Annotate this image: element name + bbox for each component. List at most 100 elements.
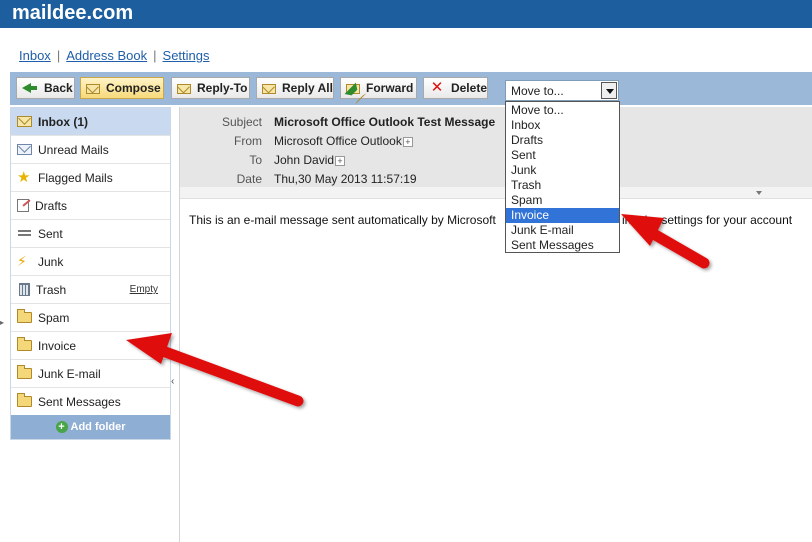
delete-button[interactable]: ✕ Delete: [423, 77, 488, 99]
star-icon: [17, 168, 32, 186]
draft-icon: [17, 199, 29, 212]
forward-button[interactable]: Forward: [340, 77, 417, 99]
to-label: To: [249, 153, 262, 167]
folder-icon: [17, 337, 32, 351]
move-option[interactable]: Junk E-mail: [506, 223, 619, 238]
nav-settings-link[interactable]: Settings: [163, 48, 210, 63]
folder-label: Inbox (1): [38, 114, 88, 129]
message-body-end: ing the settings for your account: [622, 213, 793, 227]
forward-icon: [346, 84, 360, 94]
move-option[interactable]: Sent Messages: [506, 238, 619, 253]
date-label: Date: [236, 172, 262, 186]
compose-button[interactable]: Compose: [80, 77, 164, 99]
lightning-icon: [17, 253, 32, 270]
nav-address-book-link[interactable]: Address Book: [66, 48, 147, 63]
folder-junk[interactable]: Junk: [11, 248, 170, 276]
brand-bar: maildee.com: [0, 0, 812, 28]
to-value: John David: [274, 153, 335, 167]
folder-trash[interactable]: Trash Empty: [11, 276, 170, 304]
move-option[interactable]: Sent: [506, 148, 619, 163]
folder-label: Junk E-mail: [38, 366, 101, 381]
delete-label: Delete: [450, 81, 487, 95]
nav-separator: |: [153, 48, 157, 63]
top-nav: Inbox | Address Book | Settings: [19, 48, 210, 63]
folder-sidebar: Inbox (1) Unread Mails Flagged Mails Dra…: [10, 107, 171, 440]
reply-all-icon: [262, 84, 276, 94]
sent-icon: [17, 227, 32, 240]
folder-sent[interactable]: Sent: [11, 220, 170, 248]
compose-label: Compose: [106, 81, 161, 95]
nav-separator: |: [56, 48, 61, 63]
folder-unread-mails[interactable]: Unread Mails: [11, 136, 170, 164]
folder-label: Sent Messages: [38, 394, 121, 409]
back-arrow-icon: [22, 81, 38, 95]
message-body: This is an e-mail message sent automatic…: [189, 213, 812, 227]
back-label: Back: [44, 81, 73, 95]
add-contact-icon[interactable]: +: [335, 156, 346, 166]
date-value: Thu,30 May 2013 11:57:19: [274, 172, 417, 186]
from-value: Microsoft Office Outlook: [274, 134, 402, 148]
folder-label: Invoice: [38, 338, 77, 353]
reply-icon: [177, 84, 191, 94]
from-label: From: [234, 134, 262, 148]
folder-label: Sent: [38, 226, 63, 241]
compose-icon: [86, 84, 100, 94]
folder-label: Drafts: [35, 198, 68, 213]
folder-label: Spam: [38, 310, 70, 325]
mail-app: maildee.com Inbox | Address Book | Settings …: [0, 0, 812, 542]
reply-to-button[interactable]: Reply-To: [171, 77, 250, 99]
empty-trash-link[interactable]: Empty: [130, 284, 158, 295]
folder-label: Flagged Mails: [38, 170, 113, 185]
mail-icon: [17, 144, 32, 155]
add-folder-button[interactable]: + Add folder: [11, 415, 170, 439]
to-row: To John David +: [180, 151, 812, 170]
brand-logo: maildee.com: [12, 2, 134, 24]
back-button[interactable]: Back: [16, 77, 75, 99]
toolbar: Back Compose Reply-To Reply All Forward …: [10, 72, 812, 105]
caret-down-icon: [756, 191, 762, 195]
folder-spam[interactable]: Spam: [11, 304, 170, 332]
folder-label: Junk: [38, 254, 64, 269]
folder-junk-email[interactable]: Junk E-mail: [11, 360, 170, 388]
folder-flagged-mails[interactable]: Flagged Mails: [11, 164, 170, 192]
folder-sent-messages[interactable]: Sent Messages: [11, 388, 170, 416]
move-option[interactable]: Inbox: [506, 118, 619, 133]
reply-all-button[interactable]: Reply All: [256, 77, 334, 99]
forward-label: Forward: [366, 81, 414, 95]
folder-label: Trash: [36, 282, 67, 297]
subject-row: Subject Microsoft Office Outlook Test Me…: [180, 113, 812, 132]
add-folder-label: Add folder: [70, 421, 126, 433]
move-option-highlighted[interactable]: Invoice: [506, 208, 619, 223]
move-option[interactable]: Junk: [506, 163, 619, 178]
collapse-sidebar-handle[interactable]: ‹: [171, 376, 174, 387]
chevron-down-icon[interactable]: [601, 82, 617, 99]
nav-inbox-link[interactable]: Inbox: [19, 48, 51, 63]
message-body-start: This is an e-mail message sent automatic…: [189, 213, 496, 227]
move-to-selected: Move to...: [511, 84, 564, 98]
folder-label: Unread Mails: [38, 142, 109, 157]
subject-value: Microsoft Office Outlook Test Message: [274, 115, 496, 129]
from-row: From Microsoft Office Outlook +: [180, 132, 812, 151]
move-option[interactable]: Spam: [506, 193, 619, 208]
move-option[interactable]: Move to...: [506, 103, 619, 118]
to-field: John David +: [274, 153, 346, 167]
subject-label: Subject: [221, 115, 262, 129]
folder-invoice[interactable]: Invoice: [11, 332, 170, 360]
folder-icon: [17, 309, 32, 323]
from-field: Microsoft Office Outlook +: [274, 134, 413, 148]
add-contact-icon[interactable]: +: [402, 137, 413, 147]
header-divider[interactable]: [180, 187, 812, 199]
move-option[interactable]: Trash: [506, 178, 619, 193]
message-header: Subject Microsoft Office Outlook Test Me…: [180, 107, 812, 187]
reply-all-label: Reply All: [282, 81, 333, 95]
move-option[interactable]: Drafts: [506, 133, 619, 148]
folder-icon: [17, 365, 32, 379]
folder-inbox[interactable]: Inbox (1): [11, 108, 170, 136]
folder-icon: [17, 393, 32, 407]
reply-to-label: Reply-To: [197, 81, 248, 95]
move-to-options: Move to... Inbox Drafts Sent Junk Trash …: [505, 101, 620, 253]
move-to-select[interactable]: Move to...: [505, 80, 619, 101]
trash-icon: [19, 283, 30, 296]
folder-drafts[interactable]: Drafts: [11, 192, 170, 220]
plus-icon: +: [55, 421, 68, 433]
